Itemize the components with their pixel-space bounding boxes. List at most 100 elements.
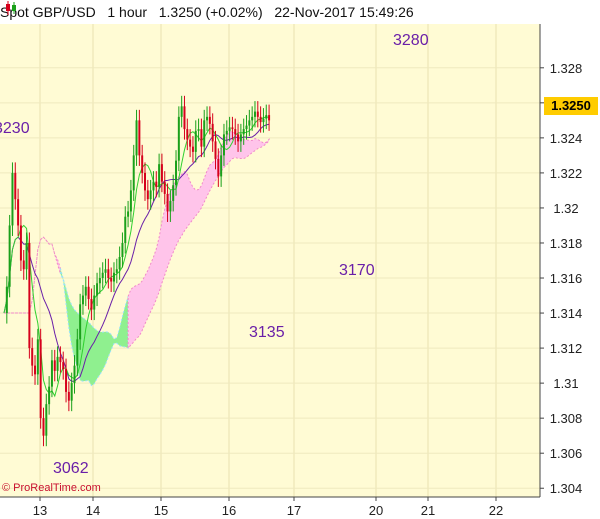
- datetime-label: 22-Nov-2017 15:49:26: [274, 4, 414, 20]
- x-tick-label: 16: [222, 503, 236, 518]
- chart-svg: 13141516172021221.3281.3261.3241.3221.32…: [0, 24, 583, 518]
- y-tick-label: 1.318: [550, 236, 583, 251]
- change-label: (+0.02%): [205, 4, 263, 20]
- candle-body: [197, 129, 200, 131]
- candle-body: [237, 134, 240, 142]
- x-tick-label: 21: [421, 503, 435, 518]
- candle-body: [206, 116, 209, 121]
- candle-body: [253, 111, 256, 117]
- candle-body: [183, 106, 186, 130]
- candle-body: [189, 139, 192, 147]
- annotation-3170: 3170: [339, 262, 375, 279]
- y-tick-label: 1.312: [550, 341, 583, 356]
- candle-body: [79, 304, 82, 340]
- candle-body: [118, 256, 121, 270]
- x-tick-label: 20: [369, 503, 383, 518]
- candle-body: [17, 199, 20, 226]
- x-tick-label: 14: [86, 503, 100, 518]
- candle-body: [166, 193, 169, 212]
- candle-body: [14, 172, 17, 200]
- candle-body: [152, 181, 155, 191]
- candle-body: [5, 286, 8, 314]
- candle-body: [8, 225, 11, 287]
- candle-body: [107, 269, 110, 279]
- credit-label: © ProRealTime.com: [2, 482, 101, 494]
- candle-body: [211, 123, 214, 142]
- candle-body: [245, 125, 248, 130]
- candle-body: [124, 216, 127, 243]
- candle-body: [208, 116, 211, 124]
- price-label: 1.3250: [158, 4, 202, 20]
- candle-body: [115, 269, 118, 273]
- candle-body: [268, 115, 271, 121]
- y-tick-label: 1.31: [553, 376, 578, 391]
- candle-body: [256, 111, 259, 117]
- candle-body: [200, 129, 203, 147]
- candle-body: [56, 356, 59, 371]
- candle-body: [36, 339, 39, 375]
- candle-body: [239, 134, 242, 142]
- candle-body: [98, 278, 101, 284]
- candle-body: [163, 181, 166, 194]
- annotation-3135: 3135: [249, 324, 285, 341]
- y-tick-label: 1.324: [550, 131, 583, 146]
- annotation-3280: 3280: [393, 32, 429, 49]
- candle-body: [22, 260, 25, 270]
- candle-body: [101, 272, 104, 279]
- candle-body: [42, 418, 45, 436]
- y-tick-label: 1.32: [553, 201, 578, 216]
- candle-body: [262, 118, 265, 123]
- price-chart[interactable]: 13141516172021221.3281.3261.3241.3221.32…: [0, 0, 600, 519]
- candle-body: [76, 339, 79, 366]
- candle-body: [67, 391, 70, 401]
- y-tick-label: 1.308: [550, 411, 583, 426]
- candle-body: [141, 155, 144, 173]
- candle-body: [70, 383, 73, 401]
- chart-title-bar: Spot GBP/USD 1 hour 1.3250 (+0.02%) 22-N…: [0, 0, 540, 24]
- candle-body: [112, 272, 115, 282]
- candle-body: [231, 127, 234, 130]
- candle-body: [62, 362, 65, 370]
- x-tick-label: 17: [287, 503, 301, 518]
- candle-body: [149, 190, 152, 200]
- candle-body: [53, 360, 56, 371]
- candle-body: [228, 127, 231, 131]
- candle-body: [175, 160, 178, 186]
- y-tick-label: 1.322: [550, 166, 583, 181]
- annotation-3062: 3062: [53, 460, 89, 477]
- y-tick-label: 1.304: [550, 481, 583, 496]
- candle-body: [127, 211, 130, 217]
- candle-body: [220, 155, 223, 177]
- candle-body: [132, 155, 135, 191]
- timeframe-label: 1 hour: [107, 4, 148, 20]
- candle-body: [59, 356, 62, 363]
- candle-body: [104, 269, 107, 273]
- current-price-tag: 1.3250: [544, 97, 598, 115]
- candle-body: [259, 116, 262, 123]
- x-tick-label: 15: [154, 503, 168, 518]
- candlestick-icon: [6, 1, 16, 15]
- candle-body: [251, 116, 254, 121]
- candle-body: [180, 106, 183, 117]
- candle-body: [93, 295, 96, 310]
- candle-body: [225, 130, 228, 135]
- candle-body: [48, 386, 51, 405]
- candle-body: [19, 225, 22, 261]
- candle-body: [191, 146, 194, 152]
- candle-body: [45, 404, 48, 436]
- candle-body: [81, 295, 84, 305]
- candle-body: [25, 242, 28, 270]
- y-tick-label: 1.328: [550, 61, 583, 76]
- candle-body: [129, 190, 132, 212]
- candle-body: [90, 299, 93, 310]
- candle-body: [169, 200, 172, 212]
- candle-body: [194, 130, 197, 152]
- candle-body: [234, 129, 237, 135]
- candle-body: [160, 164, 163, 182]
- candle-body: [186, 129, 189, 140]
- candle-body: [121, 242, 124, 257]
- candle-body: [222, 134, 225, 156]
- plot-background: [0, 24, 540, 497]
- y-tick-label: 1.316: [550, 271, 583, 286]
- candle-body: [28, 242, 31, 349]
